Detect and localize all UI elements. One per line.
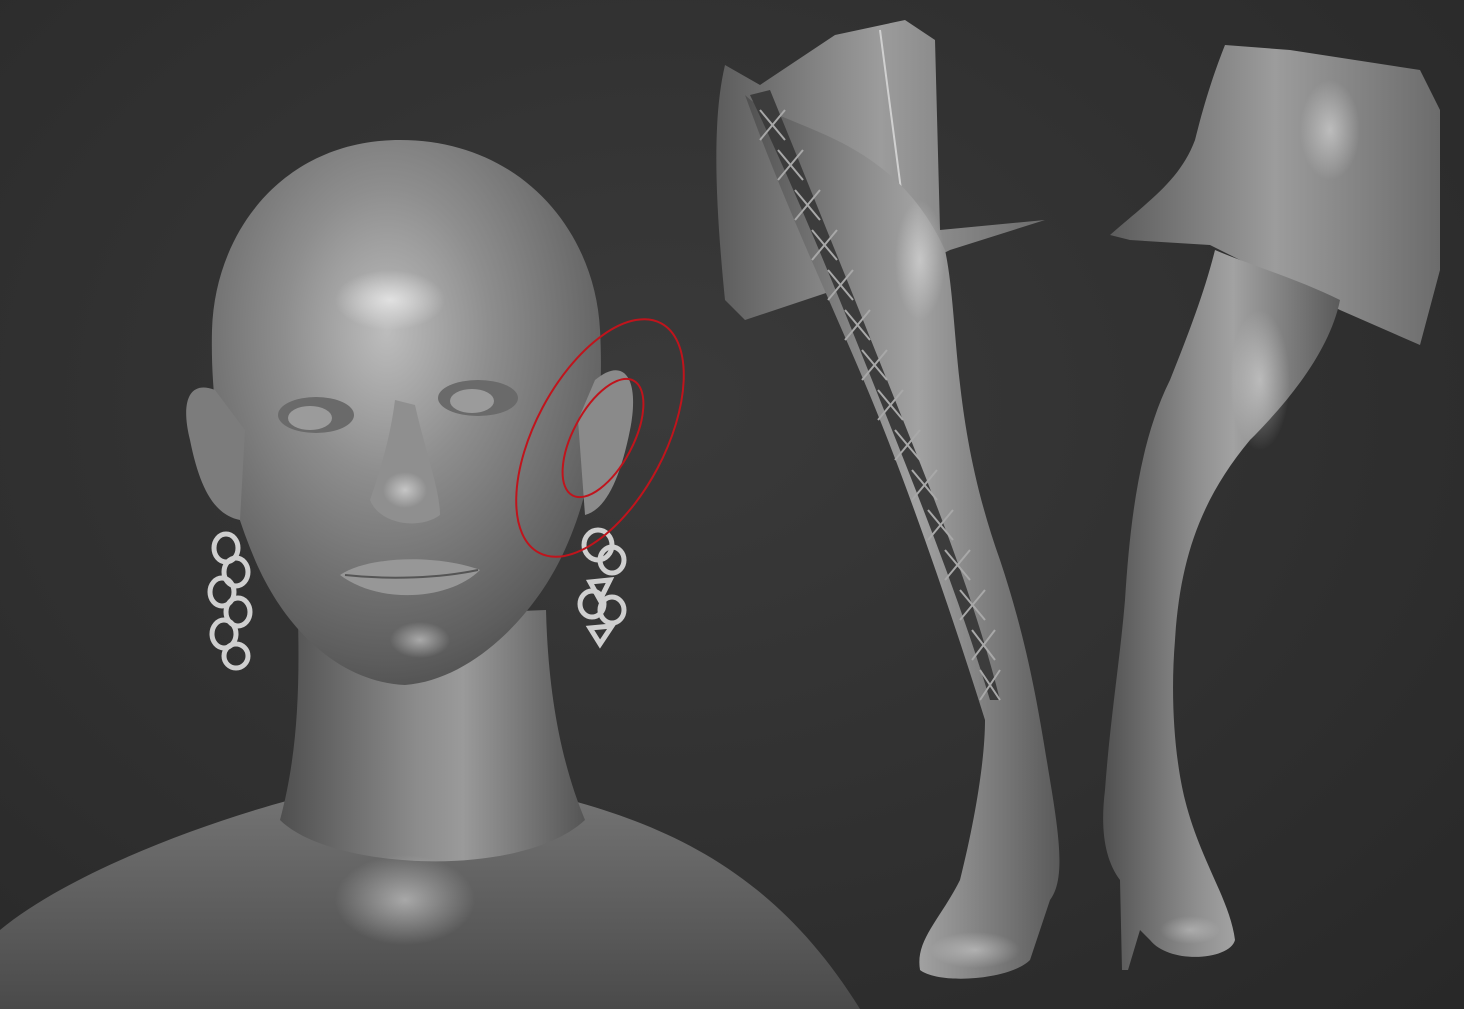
left-earring [207,531,253,671]
sculpt-viewport [0,0,1464,1009]
back-heel-highlight [1160,916,1220,944]
left-eye-ball [288,406,332,430]
sculpt-scene [0,20,1440,1009]
laced-thigh-boot-front [716,20,1060,979]
nose-tip-highlight [383,472,427,508]
back-leg [1103,250,1340,970]
front-thigh-highlight [895,200,945,320]
back-skirt-highlight [1300,80,1360,180]
back-calf-highlight [1230,310,1290,450]
thigh-boot-back [1103,45,1440,970]
chin-highlight [390,622,450,658]
right-eye-ball [450,389,494,413]
forehead-highlight [335,270,445,330]
front-toe-highlight [930,932,1020,968]
neck-highlight [335,855,475,945]
